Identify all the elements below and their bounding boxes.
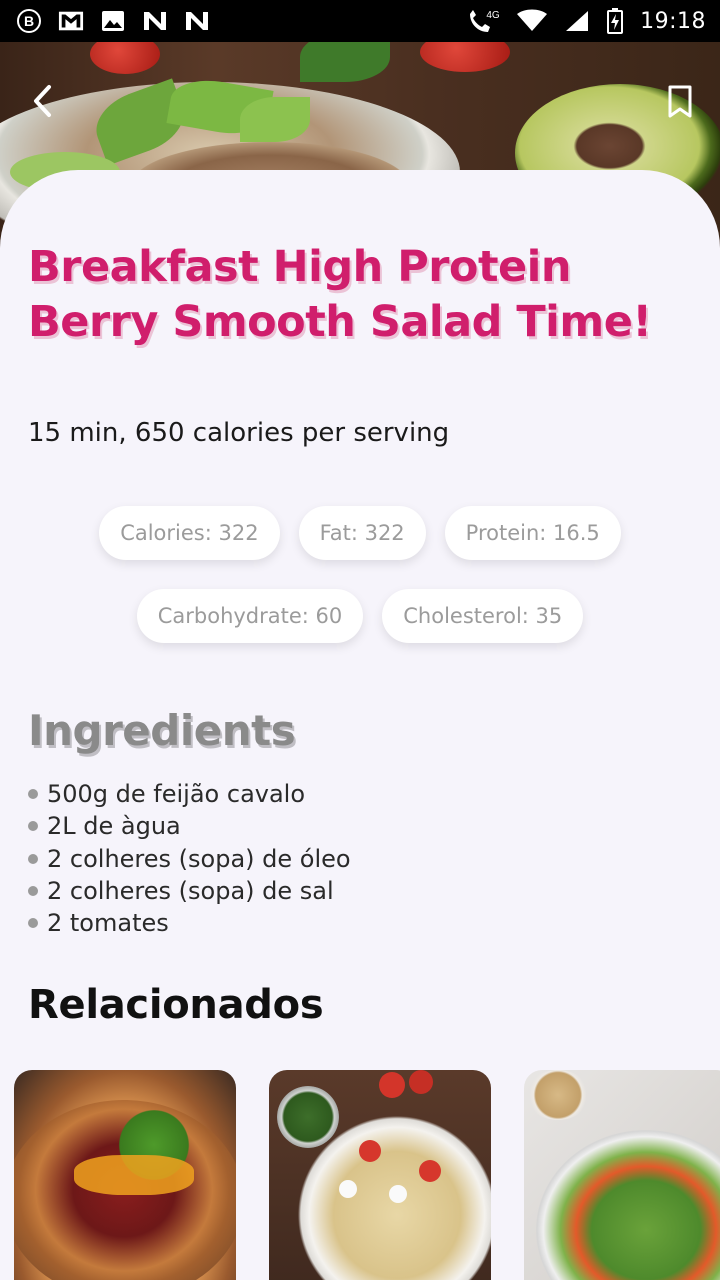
- recipe-title: Breakfast High Protein Berry Smooth Sala…: [28, 242, 652, 347]
- gmail-icon: [58, 8, 84, 34]
- ingredient-text: 2L de àgua: [47, 812, 181, 841]
- ingredient-text: 500g de feijão cavalo: [47, 780, 306, 809]
- ingredient-text: 2 colheres (sopa) de óleo: [47, 844, 351, 873]
- notification-icons: B: [16, 8, 210, 34]
- tomato-deco: [409, 1070, 433, 1094]
- seed-bowl-deco: [526, 1070, 590, 1120]
- signal-icon: [564, 8, 590, 34]
- b-circle-icon: B: [16, 8, 42, 34]
- cheese-deco: [74, 1155, 194, 1195]
- related-heading: Relacionados: [28, 982, 324, 1028]
- ingredient-item: 2 tomates: [28, 907, 351, 939]
- bullet-icon: [28, 789, 38, 800]
- related-recipes-carousel[interactable]: [14, 1070, 720, 1280]
- salad-plate-deco: [536, 1130, 720, 1280]
- chevron-left-icon: [34, 85, 51, 117]
- bullet-icon: [28, 918, 38, 929]
- system-icons: 4G 19:18: [466, 8, 706, 34]
- bullet-icon: [28, 821, 38, 832]
- nutrition-chip-carbohydrate: Carbohydrate: 60: [136, 589, 364, 643]
- status-time: 19:18: [640, 8, 706, 34]
- nutrition-chip-fat: Fat: 322: [298, 506, 426, 560]
- battery-icon: [606, 8, 624, 34]
- ingredients-heading: Ingredients: [28, 706, 296, 755]
- ingredient-text: 2 colheres (sopa) de sal: [47, 877, 334, 906]
- ingredient-text: 2 tomates: [47, 909, 169, 938]
- ingredients-list: 500g de feijão cavalo 2L de àgua 2 colhe…: [28, 778, 351, 939]
- hero-tomato-deco: [420, 42, 510, 72]
- n-icon: [142, 8, 168, 34]
- recipe-meta: 15 min, 650 calories per serving: [28, 418, 450, 448]
- nutrition-chip-protein: Protein: 16.5: [444, 506, 621, 560]
- ingredient-item: 2 colheres (sopa) de óleo: [28, 843, 351, 875]
- tomato-deco: [359, 1140, 381, 1162]
- nutrition-chips-row: Calories: 322 Fat: 322 Protein: 16.5: [0, 506, 720, 560]
- pesto-bowl-deco: [277, 1086, 339, 1148]
- ingredient-item: 2L de àgua: [28, 810, 351, 842]
- svg-text:4G: 4G: [486, 10, 500, 21]
- nutrition-chip-calories: Calories: 322: [99, 506, 280, 560]
- bullet-icon: [28, 853, 38, 864]
- ingredient-item: 500g de feijão cavalo: [28, 778, 351, 810]
- nutrition-chip-cholesterol: Cholesterol: 35: [382, 589, 584, 643]
- mozzarella-deco: [339, 1180, 357, 1198]
- related-card-pasta-salad[interactable]: [269, 1070, 491, 1280]
- bullet-icon: [28, 886, 38, 897]
- n-icon: [184, 8, 210, 34]
- svg-text:B: B: [24, 13, 34, 29]
- ingredient-item: 2 colheres (sopa) de sal: [28, 875, 351, 907]
- bookmark-button[interactable]: [664, 84, 696, 120]
- bookmark-icon: [668, 85, 692, 118]
- tomato-deco: [419, 1160, 441, 1182]
- status-bar: B 4G 19:18: [0, 0, 720, 42]
- related-card-bean-salad[interactable]: [14, 1070, 236, 1280]
- mozzarella-deco: [389, 1185, 407, 1203]
- related-card-green-salad[interactable]: [524, 1070, 720, 1280]
- back-button[interactable]: [26, 84, 60, 118]
- hero-herb-deco: [300, 42, 390, 82]
- nutrition-chips-row: Carbohydrate: 60 Cholesterol: 35: [0, 589, 720, 643]
- wifi-icon: [516, 8, 548, 34]
- hero-lettuce-deco: [240, 97, 310, 142]
- recipe-detail-card: Breakfast High Protein Berry Smooth Sala…: [0, 170, 720, 1280]
- hero-tomato-deco: [90, 42, 160, 74]
- tomato-deco: [379, 1072, 405, 1098]
- call-4g-icon: 4G: [466, 8, 500, 34]
- image-icon: [100, 8, 126, 34]
